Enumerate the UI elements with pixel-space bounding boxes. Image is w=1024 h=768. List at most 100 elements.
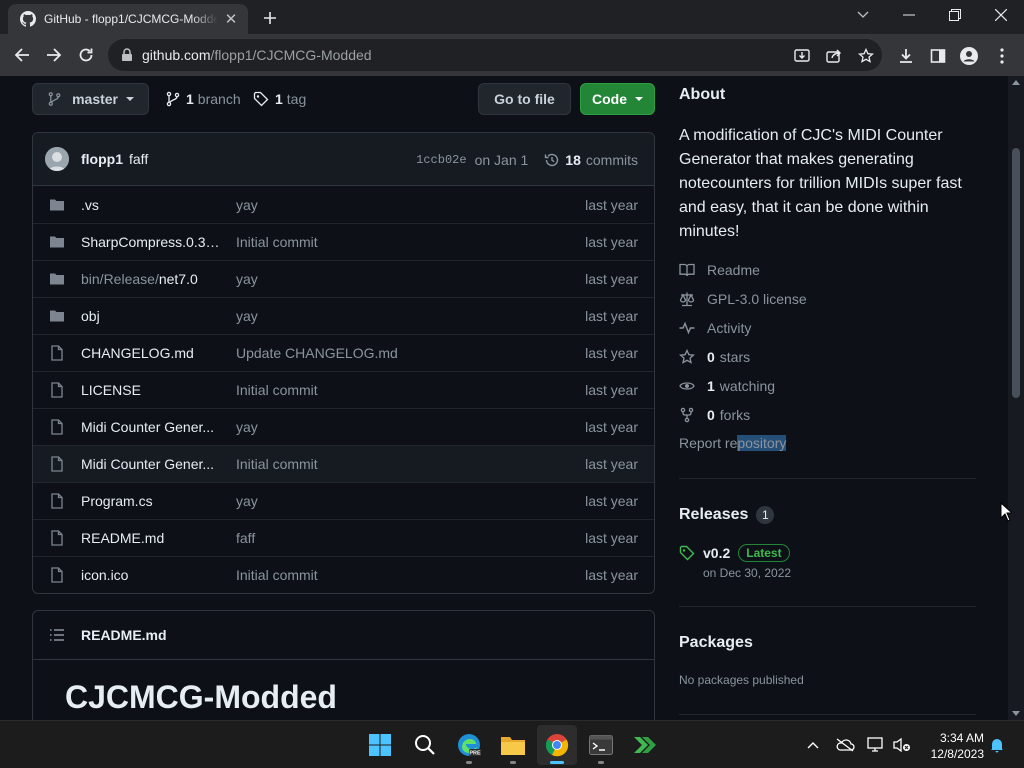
list-icon[interactable]	[49, 627, 65, 643]
file-name[interactable]: SharpCompress.0.32.2	[81, 234, 220, 250]
file-row[interactable]: .vs yay last year	[33, 186, 654, 223]
activity-link[interactable]: Activity	[679, 320, 751, 336]
file-name[interactable]: CHANGELOG.md	[81, 345, 220, 361]
file-name[interactable]: Program.cs	[81, 493, 220, 509]
commit-sha[interactable]: 1ccb02e	[416, 153, 466, 167]
file-commit-message[interactable]: faff	[220, 530, 585, 546]
avatar[interactable]	[45, 147, 69, 171]
network-tray[interactable]	[866, 735, 886, 755]
file-name[interactable]: LICENSE	[81, 382, 220, 398]
file-row[interactable]: Program.cs yay last year	[33, 482, 654, 519]
browser-tab[interactable]: GitHub - flopp1/CJCMCG-Modded ✕	[8, 4, 248, 34]
scroll-down-arrow[interactable]	[1012, 711, 1020, 716]
forward-button[interactable]	[40, 41, 68, 69]
file-row[interactable]: LICENSE Initial commit last year	[33, 371, 654, 408]
restore-button[interactable]	[932, 0, 978, 30]
scroll-up-arrow[interactable]	[1012, 80, 1020, 85]
green-arrows-app[interactable]	[625, 725, 665, 765]
profile-icon[interactable]	[958, 45, 980, 67]
bookmark-star-icon[interactable]	[856, 46, 876, 66]
edge-app[interactable]: PRE	[449, 725, 489, 765]
file-commit-message[interactable]: yay	[220, 271, 585, 287]
file-commit-message[interactable]: Initial commit	[220, 456, 585, 472]
tag-count: 1	[275, 91, 283, 107]
file-commit-message[interactable]: Update CHANGELOG.md	[220, 345, 585, 361]
go-to-file-button[interactable]: Go to file	[478, 83, 571, 115]
file-commit-message[interactable]: yay	[220, 308, 585, 324]
file-name[interactable]: Midi Counter Gener...	[81, 456, 220, 472]
watchers-link[interactable]: 1 watching	[679, 378, 775, 394]
file-name[interactable]: bin/Release/net7.0	[81, 271, 220, 287]
packages-heading[interactable]: Packages	[679, 634, 753, 652]
close-window-button[interactable]	[978, 0, 1024, 30]
file-name[interactable]: obj	[81, 308, 220, 324]
install-app-icon[interactable]	[792, 46, 812, 66]
file-row[interactable]: Midi Counter Gener... Initial commit last …	[33, 445, 654, 482]
tab-search-button[interactable]	[840, 0, 886, 30]
report-repository-link[interactable]: Report repository	[679, 435, 787, 451]
tab-close-icon[interactable]: ✕	[222, 10, 240, 28]
file-row[interactable]: CHANGELOG.md Update CHANGELOG.md last year	[33, 334, 654, 371]
file-commit-message[interactable]: yay	[220, 493, 585, 509]
license-link[interactable]: GPL-3.0 license	[679, 291, 807, 307]
file-commit-date: last year	[585, 493, 638, 509]
commits-link[interactable]: 18 commits	[544, 152, 638, 168]
file-name[interactable]: icon.ico	[81, 567, 220, 583]
scrollbar-thumb[interactable]	[1012, 148, 1020, 398]
file-name-text: Midi Counter Gener...	[81, 419, 215, 435]
folder-icon	[50, 236, 64, 248]
stars-count: 0	[707, 349, 715, 365]
terminal-app[interactable]	[581, 725, 621, 765]
code-button[interactable]: Code	[580, 83, 655, 115]
chrome-app[interactable]	[537, 725, 577, 765]
commit-author[interactable]: flopp1	[81, 151, 123, 167]
commit-message[interactable]: faff	[129, 151, 148, 167]
minimize-button[interactable]	[886, 0, 932, 30]
file-row[interactable]: bin/Release/net7.0 yay last year	[33, 260, 654, 297]
file-row[interactable]: SharpCompress.0.32.2 Initial commit last y…	[33, 223, 654, 260]
readme-filename[interactable]: README.md	[81, 627, 167, 643]
tag-icon	[679, 545, 695, 561]
file-commit-message[interactable]: Initial commit	[220, 234, 585, 250]
file-name[interactable]: .vs	[81, 197, 220, 213]
file-explorer-app[interactable]	[493, 725, 533, 765]
branch-selector[interactable]: master	[32, 83, 149, 115]
tab-title: GitHub - flopp1/CJCMCG-Modded	[44, 12, 218, 26]
new-tab-button[interactable]	[258, 7, 282, 29]
file-row[interactable]: README.md faff last year	[33, 519, 654, 556]
browser-menu-icon[interactable]	[991, 45, 1013, 67]
system-clock[interactable]: 3:34 AM 12/8/2023	[920, 730, 984, 762]
file-name[interactable]: README.md	[81, 530, 220, 546]
release-item[interactable]: v0.2 Latest	[679, 544, 790, 562]
file-row[interactable]: icon.ico Initial commit last year	[33, 556, 654, 593]
share-icon[interactable]	[824, 46, 844, 66]
tray-overflow-button[interactable]	[803, 735, 823, 755]
stars-label: stars	[719, 349, 751, 365]
file-commit-message[interactable]: Initial commit	[220, 567, 585, 583]
downloads-icon[interactable]	[895, 45, 917, 67]
start-button[interactable]	[360, 725, 400, 765]
file-row[interactable]: Midi Counter Gener... yay last year	[33, 408, 654, 445]
onedrive-tray[interactable]	[835, 735, 855, 755]
forks-link[interactable]: 0 forks	[679, 407, 750, 423]
readme-link[interactable]: Readme	[679, 262, 760, 278]
address-bar[interactable]: github.com/flopp1/CJCMCG-Modded	[108, 39, 882, 71]
file-commit-message[interactable]: yay	[220, 197, 585, 213]
file-commit-message[interactable]: Initial commit	[220, 382, 585, 398]
back-button[interactable]	[8, 41, 36, 69]
volume-tray[interactable]	[892, 735, 912, 755]
file-commit-message[interactable]: yay	[220, 419, 585, 435]
branches-link[interactable]: 1 branch	[166, 91, 241, 107]
stars-link[interactable]: 0 stars	[679, 349, 750, 365]
file-name[interactable]: Midi Counter Gener...	[81, 419, 220, 435]
page-scrollbar[interactable]	[1008, 76, 1024, 720]
reload-button[interactable]	[72, 41, 100, 69]
file-row[interactable]: obj yay last year	[33, 297, 654, 334]
notifications-button[interactable]	[987, 735, 1007, 755]
releases-heading[interactable]: Releases 1	[679, 506, 775, 524]
search-button[interactable]	[405, 725, 445, 765]
clock-time: 3:34 AM	[939, 731, 984, 745]
side-panel-icon[interactable]	[927, 45, 949, 67]
github-icon	[20, 11, 36, 27]
tags-link[interactable]: 1 tag	[253, 91, 306, 107]
